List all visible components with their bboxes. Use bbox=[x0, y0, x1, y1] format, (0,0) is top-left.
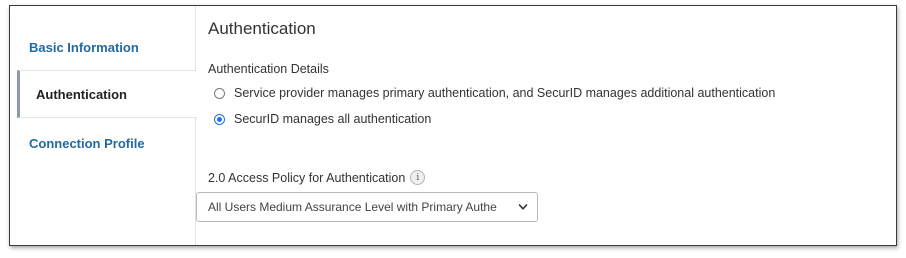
sidebar-item-label: Connection Profile bbox=[29, 135, 145, 151]
radio-option-securid-all[interactable]: SecurID manages all authentication bbox=[214, 112, 431, 126]
sidebar-item-connection-profile[interactable]: Connection Profile bbox=[10, 119, 196, 167]
info-icon[interactable]: i bbox=[410, 170, 426, 185]
policy-field-label: 2.0 Access Policy for Authentication i bbox=[208, 170, 426, 185]
sidebar-item-label: Authentication bbox=[36, 86, 127, 102]
chevron-down-icon bbox=[518, 204, 528, 210]
sidebar: Basic Information Authentication Connect… bbox=[10, 6, 197, 245]
sidebar-item-label: Basic Information bbox=[29, 39, 139, 55]
access-policy-select-value: All Users Medium Assurance Level with Pr… bbox=[208, 200, 497, 214]
main-content: Authentication Authentication Details Se… bbox=[196, 6, 896, 245]
page-title: Authentication bbox=[208, 19, 316, 38]
radio-button-securid-all[interactable] bbox=[214, 113, 225, 125]
sidebar-item-basic-information[interactable]: Basic Information bbox=[10, 23, 196, 71]
radio-button-service-provider[interactable] bbox=[214, 87, 225, 99]
radio-label: SecurID manages all authentication bbox=[234, 112, 432, 126]
radio-label: Service provider manages primary authent… bbox=[234, 86, 776, 100]
policy-label-text: 2.0 Access Policy for Authentication bbox=[208, 170, 406, 185]
app-frame: Basic Information Authentication Connect… bbox=[9, 5, 897, 246]
sidebar-item-authentication[interactable]: Authentication bbox=[17, 70, 197, 118]
radio-option-service-provider[interactable]: Service provider manages primary authent… bbox=[214, 86, 775, 100]
section-label-authentication-details: Authentication Details bbox=[208, 62, 329, 76]
access-policy-select[interactable]: All Users Medium Assurance Level with Pr… bbox=[196, 192, 538, 222]
